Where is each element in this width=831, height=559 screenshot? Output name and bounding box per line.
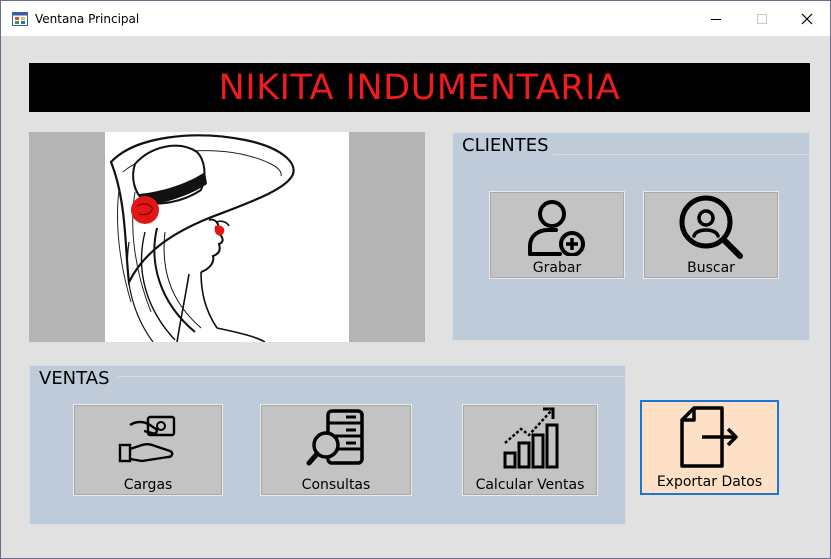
ventas-group: VENTAS Cargas Consultas Calcular Ventas bbox=[29, 365, 626, 525]
window-title: Ventana Principal bbox=[35, 12, 140, 26]
group-divider bbox=[118, 376, 625, 377]
user-plus-icon bbox=[528, 200, 585, 256]
buscar-button[interactable]: Buscar bbox=[643, 191, 779, 279]
minimize-button[interactable] bbox=[693, 1, 739, 36]
hand-money-icon bbox=[118, 415, 176, 463]
exportar-datos-button[interactable]: Exportar Datos bbox=[640, 400, 779, 495]
consultas-button[interactable]: Consultas bbox=[260, 404, 412, 496]
ventas-group-title: VENTAS bbox=[39, 368, 110, 389]
app-icon bbox=[12, 12, 28, 26]
file-export-icon bbox=[679, 406, 738, 468]
calcular-ventas-button[interactable]: Calcular Ventas bbox=[462, 404, 598, 496]
banner-title: NIKITA INDUMENTARIA bbox=[218, 67, 621, 108]
grabar-button[interactable]: Grabar bbox=[489, 191, 625, 279]
grabar-label: Grabar bbox=[532, 260, 582, 276]
cargas-button[interactable]: Cargas bbox=[73, 404, 223, 496]
form-client-area: NIKITA INDUMENTARIA CLIENTES Grabar Busc… bbox=[1, 36, 830, 558]
clientes-group-title: CLIENTES bbox=[462, 135, 549, 156]
minimize-icon bbox=[711, 18, 721, 20]
consultas-label: Consultas bbox=[301, 477, 371, 493]
calcular-ventas-label: Calcular Ventas bbox=[475, 477, 585, 493]
database-search-icon bbox=[306, 409, 364, 466]
search-user-icon bbox=[679, 195, 743, 259]
main-window: Ventana Principal NIKITA INDUMENTARIA CL… bbox=[0, 0, 831, 559]
maximize-button[interactable] bbox=[739, 1, 785, 36]
group-divider bbox=[553, 154, 809, 155]
buscar-label: Buscar bbox=[687, 260, 735, 276]
maximize-icon bbox=[757, 13, 767, 24]
close-button[interactable] bbox=[784, 1, 830, 36]
clientes-group: CLIENTES Grabar Buscar bbox=[452, 132, 810, 341]
cargas-label: Cargas bbox=[123, 477, 173, 493]
woman-hat-illustration bbox=[105, 132, 349, 342]
header-banner: NIKITA INDUMENTARIA bbox=[29, 63, 810, 112]
title-bar[interactable]: Ventana Principal bbox=[1, 1, 830, 36]
picture-box bbox=[29, 132, 425, 342]
growth-chart-icon bbox=[503, 407, 559, 469]
exportar-datos-label: Exportar Datos bbox=[656, 474, 763, 490]
close-icon bbox=[801, 13, 813, 24]
